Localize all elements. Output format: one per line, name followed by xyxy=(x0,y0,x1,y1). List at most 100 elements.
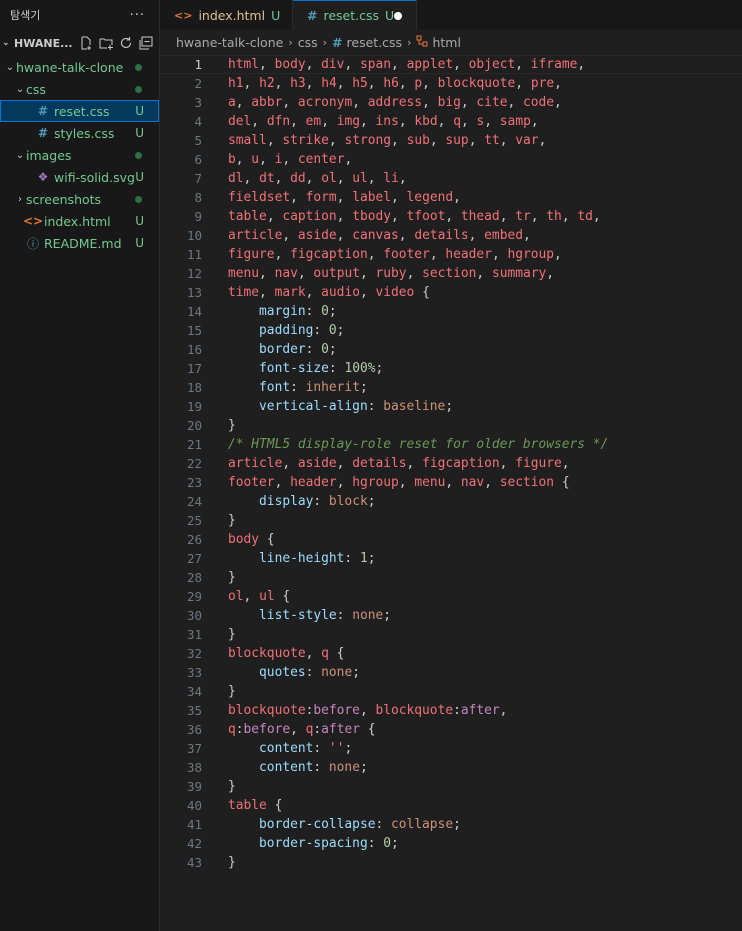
code-text: display: block; xyxy=(228,494,375,509)
code-line[interactable]: 1 html, body, div, span, applet, object, … xyxy=(160,55,742,74)
chevron-down-icon[interactable]: ⌄ xyxy=(2,38,12,48)
code-line[interactable]: 13 time, mark, audio, video { xyxy=(160,283,742,302)
code-line[interactable]: 36 q:before, q:after { xyxy=(160,720,742,739)
tree-item[interactable]: › screenshots xyxy=(0,188,159,210)
tree-item[interactable]: <> index.html U xyxy=(0,210,159,232)
code-line[interactable]: 31} xyxy=(160,625,742,644)
code-editor[interactable]: 1 html, body, div, span, applet, object, … xyxy=(160,54,742,931)
code-line[interactable]: 6 b, u, i, center, xyxy=(160,150,742,169)
code-token: : xyxy=(453,703,461,718)
code-line[interactable]: 11 figure, figcaption, footer, header, hg… xyxy=(160,245,742,264)
code-line[interactable]: 14 margin: 0; xyxy=(160,302,742,321)
code-token: , xyxy=(243,76,260,91)
explorer-header: 탐색기 ··· xyxy=(0,0,159,30)
tree-item[interactable]: ⌄ css xyxy=(0,78,159,100)
code-token: dl xyxy=(228,171,244,186)
code-line[interactable]: 10 article, aside, canvas, details, embed… xyxy=(160,226,742,245)
code-line[interactable]: 15 padding: 0; xyxy=(160,321,742,340)
new-file-icon[interactable] xyxy=(79,36,93,50)
code-line[interactable]: 2 h1, h2, h3, h4, h5, h6, p, blockquote, … xyxy=(160,74,742,93)
code-line[interactable]: 27 line-height: 1; xyxy=(160,549,742,568)
tree-item[interactable]: ⌄ images xyxy=(0,144,159,166)
code-token: ruby xyxy=(375,266,407,281)
code-line[interactable]: 37 content: ''; xyxy=(160,739,742,758)
unsaved-dot-icon[interactable] xyxy=(394,11,402,20)
breadcrumb-item[interactable]: reset.css xyxy=(347,35,403,50)
code-token: q xyxy=(453,114,461,129)
code-token: } xyxy=(228,513,236,528)
code-token: th xyxy=(546,209,562,224)
line-number: 4 xyxy=(194,114,202,129)
chevron-right-icon[interactable]: › xyxy=(14,194,26,205)
code-token: , xyxy=(352,95,368,110)
line-number: 5 xyxy=(194,133,202,148)
breadcrumb-item[interactable]: hwane-talk-clone xyxy=(176,35,283,50)
code-line[interactable]: 19 vertical-align: baseline; xyxy=(160,397,742,416)
git-status: U xyxy=(135,104,144,118)
code-line[interactable]: 28} xyxy=(160,568,742,587)
code-token: q xyxy=(321,646,329,661)
code-line[interactable]: 25} xyxy=(160,511,742,530)
code-line[interactable]: 3 a, abbr, acronym, address, big, cite, c… xyxy=(160,93,742,112)
code-line[interactable]: 20} xyxy=(160,416,742,435)
code-line[interactable]: 7 dl, dt, dd, ol, ul, li, xyxy=(160,169,742,188)
code-line[interactable]: 8 fieldset, form, label, legend, xyxy=(160,188,742,207)
code-token: : xyxy=(336,608,353,623)
code-line[interactable]: 39} xyxy=(160,777,742,796)
code-token: u xyxy=(251,152,260,167)
code-line[interactable]: 24 display: block; xyxy=(160,492,742,511)
code-line[interactable]: 35 blockquote:before, blockquote:after, xyxy=(160,701,742,720)
code-line[interactable]: 22 article, aside, details, figcaption, f… xyxy=(160,454,742,473)
code-token: , xyxy=(321,114,337,129)
code-line[interactable]: 42 border-spacing: 0; xyxy=(160,834,742,853)
collapse-all-icon[interactable] xyxy=(139,36,153,50)
code-token: , xyxy=(499,456,516,471)
line-number: 20 xyxy=(186,418,202,433)
code-token: article xyxy=(228,456,283,471)
modified-dot-icon xyxy=(135,63,142,71)
code-line[interactable]: 21 /* HTML5 display-role reset for older … xyxy=(160,435,742,454)
code-token: center xyxy=(297,152,345,167)
code-line[interactable]: 29 ol, ul { xyxy=(160,587,742,606)
code-token: , xyxy=(398,228,415,243)
code-line[interactable]: 17 font-size: 100%; xyxy=(160,359,742,378)
tab-index-html[interactable]: <> index.html U xyxy=(160,0,293,30)
refresh-icon[interactable] xyxy=(119,36,133,50)
code-token: , xyxy=(554,95,562,110)
tree-item[interactable]: # reset.css U xyxy=(0,100,159,122)
new-folder-icon[interactable] xyxy=(99,36,113,50)
tree-item[interactable]: ⓘ README.md U xyxy=(0,232,159,254)
chevron-down-icon[interactable]: ⌄ xyxy=(14,150,26,161)
tree-item[interactable]: # styles.css U xyxy=(0,122,159,144)
code-line[interactable]: 30 list-style: none; xyxy=(160,606,742,625)
tree-item[interactable]: ❖ wifi-solid.svg U xyxy=(0,166,159,188)
code-line[interactable]: 43} xyxy=(160,853,742,872)
code-line[interactable]: 32 blockquote, q { xyxy=(160,644,742,663)
code-text: content: ''; xyxy=(228,741,352,756)
more-actions-icon[interactable]: ··· xyxy=(130,8,145,23)
code-line[interactable]: 5 small, strike, strong, sub, sup, tt, va… xyxy=(160,131,742,150)
code-line[interactable]: 40 table { xyxy=(160,796,742,815)
code-line[interactable]: 34} xyxy=(160,682,742,701)
chevron-down-icon[interactable]: ⌄ xyxy=(14,84,26,95)
code-line[interactable]: 33 quotes: none; xyxy=(160,663,742,682)
tab-reset-css[interactable]: # reset.css U xyxy=(293,0,417,30)
code-line[interactable]: 16 border: 0; xyxy=(160,340,742,359)
explorer-sidebar: 탐색기 ··· ⌄ HWANE... ⌄ hwane-talk-clone ⌄ css… xyxy=(0,0,160,931)
code-line[interactable]: 41 border-collapse: collapse; xyxy=(160,815,742,834)
code-line[interactable]: 38 content: none; xyxy=(160,758,742,777)
code-line[interactable]: 4 del, dfn, em, img, ins, kbd, q, s, samp… xyxy=(160,112,742,131)
code-line[interactable]: 23 footer, header, hgroup, menu, nav, sec… xyxy=(160,473,742,492)
chevron-down-icon[interactable]: ⌄ xyxy=(4,62,16,73)
code-token: , xyxy=(406,456,423,471)
code-line[interactable]: 9 table, caption, tbody, tfoot, thead, tr… xyxy=(160,207,742,226)
code-token: h6 xyxy=(383,76,399,91)
code-line[interactable]: 12 menu, nav, output, ruby, section, summ… xyxy=(160,264,742,283)
breadcrumb-item[interactable]: html xyxy=(432,35,460,50)
breadcrumb-item[interactable]: css xyxy=(298,35,318,50)
project-header[interactable]: ⌄ HWANE... xyxy=(0,30,159,56)
code-line[interactable]: 18 font: inherit; xyxy=(160,378,742,397)
code-line[interactable]: 26 body { xyxy=(160,530,742,549)
tree-item[interactable]: ⌄ hwane-talk-clone xyxy=(0,56,159,78)
